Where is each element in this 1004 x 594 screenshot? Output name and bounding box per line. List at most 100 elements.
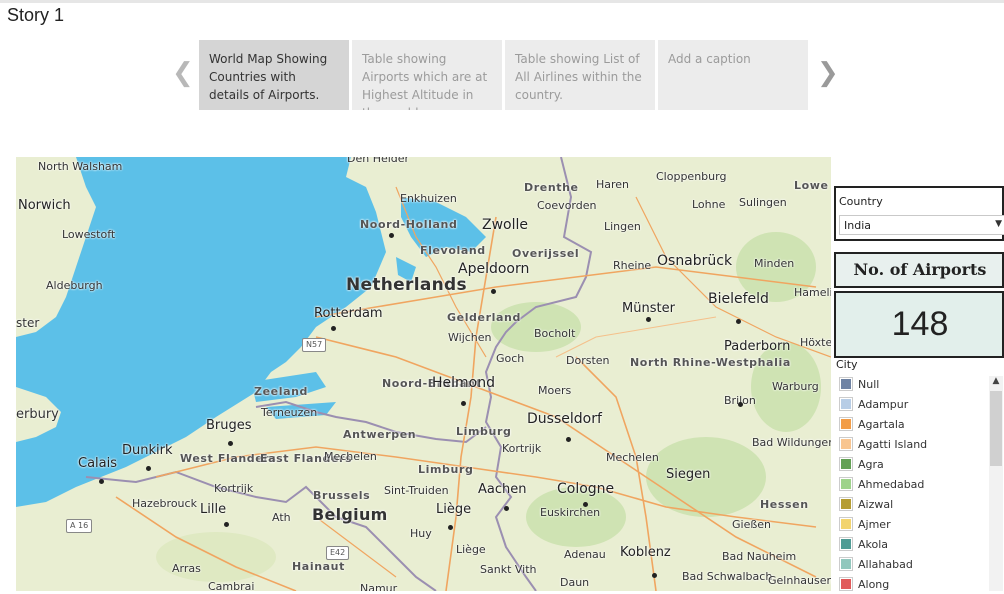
map-label-gummersbach: Mechelen	[606, 451, 659, 464]
legend-item[interactable]: Ahmedabad	[839, 474, 990, 494]
map-label-gelderland: Gelderland	[447, 311, 521, 324]
airports-title: No. of Airports	[853, 260, 987, 279]
story-point-2[interactable]: Table showing Airports which are at High…	[352, 40, 502, 110]
city-dot	[738, 402, 743, 407]
country-dropdown-value: India	[844, 219, 871, 232]
map-label-apeldoorn: Apeldoorn	[458, 261, 530, 277]
map-label-daun: Daun	[560, 576, 590, 589]
legend-label: Along	[858, 577, 890, 591]
legend-swatch	[839, 417, 853, 431]
city-dot	[736, 319, 741, 324]
chevron-right-icon[interactable]: ❯	[817, 58, 839, 88]
legend-item[interactable]: Akola	[839, 534, 990, 554]
legend-scrollbar[interactable]: ▲	[989, 376, 1003, 591]
map-label-namur: Namur	[360, 582, 398, 592]
city-dot	[652, 573, 657, 578]
map-label-goch: Goch	[496, 352, 525, 365]
map-label-zeeland: Zeeland	[254, 385, 308, 398]
map-view[interactable]: North Walsham Norwich Lowestoft Aldeburg…	[16, 157, 831, 591]
map-label-rotterdam: Rotterdam	[314, 306, 383, 321]
map-label-cloppenburg: Cloppenburg	[656, 170, 727, 183]
legend-swatch	[839, 437, 853, 451]
legend-item[interactable]: Along	[839, 574, 990, 594]
map-label-bielefeld: Bielefeld	[708, 291, 769, 307]
story-point-1[interactable]: World Map Showing Countries with details…	[199, 40, 349, 110]
map-label-belgium: Belgium	[312, 505, 388, 524]
map-label-bad-schwalbach: Bad Schwalbach	[682, 570, 773, 583]
map-label-hameln: Hameli	[794, 286, 831, 299]
chevron-down-icon[interactable]: ▼	[995, 219, 1002, 229]
city-dot	[146, 466, 151, 471]
legend-label: Agartala	[858, 417, 905, 431]
map-label-enkhuizen: Enkhuizen	[400, 192, 457, 205]
legend-swatch	[839, 377, 853, 391]
legend-item[interactable]: Aizwal	[839, 494, 990, 514]
map-label-huy: Huy	[410, 527, 432, 540]
legend-swatch	[839, 577, 853, 591]
map-label-dunkirk: Dunkirk	[122, 443, 173, 458]
map-label-liege: Liège	[436, 502, 472, 517]
story-point-add-caption[interactable]: Add a caption	[658, 40, 808, 110]
map-label-giessen: Gießen	[732, 518, 772, 531]
city-dot	[224, 522, 229, 527]
story-point-3[interactable]: Table showing List of All Airlines withi…	[505, 40, 655, 110]
road-shield-a16: A 16	[66, 519, 93, 533]
legend-item[interactable]: Agatti Island	[839, 434, 990, 454]
legend-label: Agra	[858, 457, 884, 471]
map-label-limburg-be: Limburg	[418, 463, 474, 476]
legend-swatch	[839, 557, 853, 571]
map-label-koblenz: Koblenz	[620, 545, 671, 560]
map-label-warburg: Warburg	[772, 380, 819, 393]
map-label-gelnhausen: Gelnhausen	[768, 574, 831, 587]
map-label-hazebrouck: Hazebrouck	[132, 497, 197, 510]
map-label-bad-nauheim: Bad Nauheim	[722, 550, 797, 563]
legend-item[interactable]: Agartala	[839, 414, 990, 434]
map-label-bruges: Bruges	[206, 418, 252, 433]
map-label-hessen: Hessen	[760, 498, 809, 511]
airports-count: 148	[891, 305, 949, 343]
map-label-erbury: erbury	[16, 407, 59, 422]
legend-scroll-thumb[interactable]	[990, 391, 1002, 466]
map-label-calais: Calais	[78, 456, 118, 471]
legend-label: Adampur	[858, 397, 909, 411]
map-label-hainaut: Hainaut	[292, 560, 345, 573]
map-label-rheine: Rheine	[613, 259, 652, 272]
map-label-aachen: Aachen	[478, 482, 527, 497]
map-label-brussels: Brussels	[313, 489, 371, 502]
legend-item[interactable]: Null	[839, 374, 990, 394]
map-label-paderborn: Paderborn	[724, 339, 791, 354]
map-label-minden: Minden	[754, 257, 795, 270]
map-label-den-helder: Den Helder	[347, 157, 410, 165]
map-label-terneuzen: Terneuzen	[261, 406, 318, 419]
map-label-lille: Lille	[200, 502, 227, 517]
map-label-drenthe: Drenthe	[524, 181, 579, 194]
legend-label: Agatti Island	[858, 437, 928, 451]
city-dot	[491, 289, 496, 294]
legend-swatch	[839, 497, 853, 511]
map-label-erkelenz: Kortrijk	[502, 442, 542, 455]
map-label-antwerpen: Antwerpen	[343, 428, 417, 441]
story-title: Story 1	[7, 5, 65, 25]
legend-label: Ajmer	[858, 517, 891, 531]
legend-label: Null	[858, 377, 880, 391]
legend-swatch	[839, 477, 853, 491]
map-label-norwich: Norwich	[18, 198, 71, 213]
chevron-left-icon[interactable]: ❮	[172, 58, 194, 88]
map-label-bad-wildungen: Bad Wildunger	[752, 436, 831, 449]
top-divider	[0, 0, 1004, 3]
legend-item[interactable]: Allahabad	[839, 554, 990, 574]
map-label-munster: Münster	[622, 301, 675, 316]
legend-item[interactable]: Agra	[839, 454, 990, 474]
map-label-arras: Arras	[172, 562, 201, 575]
country-filter: Country India ▼	[834, 186, 1004, 241]
legend-item[interactable]: Ajmer	[839, 514, 990, 534]
map-label-haren: Haren	[596, 178, 630, 191]
legend-label: Akola	[858, 537, 889, 551]
legend-label: Ahmedabad	[858, 477, 925, 491]
legend-swatch	[839, 457, 853, 471]
scroll-up-icon[interactable]: ▲	[989, 376, 1003, 388]
map-label-euskirchen: Euskirchen	[540, 506, 601, 519]
map-label-hoxter: Höxte	[800, 336, 831, 349]
legend-item[interactable]: Adampur	[839, 394, 990, 414]
country-dropdown[interactable]: India ▼	[839, 215, 1004, 235]
